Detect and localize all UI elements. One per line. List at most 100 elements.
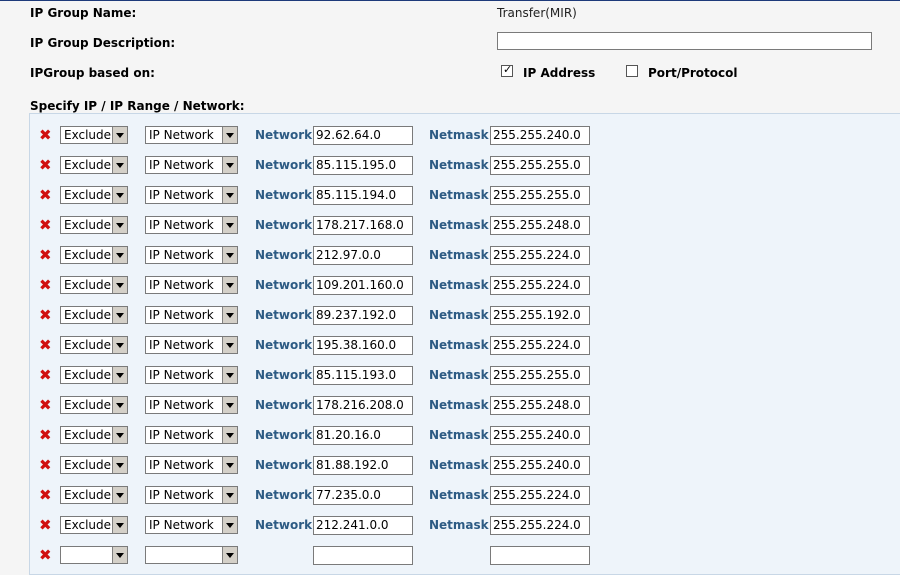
netmask-input[interactable]: 255.255.192.0 bbox=[490, 306, 590, 325]
chevron-down-icon[interactable] bbox=[112, 457, 127, 473]
chevron-down-icon[interactable] bbox=[112, 517, 127, 533]
action-select[interactable]: Exclude bbox=[60, 306, 128, 324]
delete-icon[interactable]: ✖ bbox=[39, 335, 52, 355]
action-select[interactable]: Exclude bbox=[60, 396, 128, 414]
ip-address-label[interactable]: IP Address bbox=[523, 66, 595, 80]
type-select[interactable]: IP Network bbox=[145, 426, 238, 444]
netmask-input[interactable]: 255.255.224.0 bbox=[490, 486, 590, 505]
netmask-input[interactable]: 255.255.240.0 bbox=[490, 126, 590, 145]
action-select[interactable]: Exclude bbox=[60, 336, 128, 354]
chevron-down-icon[interactable] bbox=[112, 337, 127, 353]
type-select[interactable]: IP Network bbox=[145, 516, 238, 534]
chevron-down-icon[interactable] bbox=[222, 517, 237, 533]
network-input[interactable]: 89.237.192.0 bbox=[313, 306, 413, 325]
chevron-down-icon[interactable] bbox=[222, 187, 237, 203]
action-select[interactable]: Exclude bbox=[60, 156, 128, 174]
chevron-down-icon[interactable] bbox=[222, 307, 237, 323]
chevron-down-icon[interactable] bbox=[112, 547, 127, 563]
network-input[interactable]: 77.235.0.0 bbox=[313, 486, 413, 505]
chevron-down-icon[interactable] bbox=[112, 277, 127, 293]
delete-icon[interactable]: ✖ bbox=[39, 515, 52, 535]
chevron-down-icon[interactable] bbox=[112, 487, 127, 503]
chevron-down-icon[interactable] bbox=[112, 217, 127, 233]
delete-icon[interactable]: ✖ bbox=[39, 245, 52, 265]
chevron-down-icon[interactable] bbox=[112, 367, 127, 383]
netmask-input[interactable]: 255.255.248.0 bbox=[490, 396, 590, 415]
port-protocol-label[interactable]: Port/Protocol bbox=[648, 66, 737, 80]
type-select[interactable]: IP Network bbox=[145, 336, 238, 354]
action-select[interactable]: Exclude bbox=[60, 426, 128, 444]
chevron-down-icon[interactable] bbox=[112, 187, 127, 203]
chevron-down-icon[interactable] bbox=[222, 457, 237, 473]
type-select[interactable]: IP Network bbox=[145, 186, 238, 204]
chevron-down-icon[interactable] bbox=[112, 427, 127, 443]
network-input[interactable]: 81.20.16.0 bbox=[313, 426, 413, 445]
action-select[interactable]: Exclude bbox=[60, 246, 128, 264]
network-input[interactable]: 81.88.192.0 bbox=[313, 456, 413, 475]
chevron-down-icon[interactable] bbox=[222, 547, 237, 563]
type-select[interactable]: IP Network bbox=[145, 366, 238, 384]
delete-icon[interactable]: ✖ bbox=[39, 215, 52, 235]
chevron-down-icon[interactable] bbox=[222, 157, 237, 173]
netmask-input[interactable]: 255.255.224.0 bbox=[490, 246, 590, 265]
action-select[interactable]: Exclude bbox=[60, 276, 128, 294]
delete-icon[interactable]: ✖ bbox=[39, 155, 52, 175]
chevron-down-icon[interactable] bbox=[222, 487, 237, 503]
action-select[interactable] bbox=[60, 546, 128, 564]
network-input[interactable]: 109.201.160.0 bbox=[313, 276, 413, 295]
netmask-input[interactable]: 255.255.224.0 bbox=[490, 336, 590, 355]
netmask-input[interactable]: 255.255.255.0 bbox=[490, 156, 590, 175]
chevron-down-icon[interactable] bbox=[222, 247, 237, 263]
chevron-down-icon[interactable] bbox=[222, 397, 237, 413]
netmask-input[interactable] bbox=[490, 546, 590, 565]
delete-icon[interactable]: ✖ bbox=[39, 425, 52, 445]
chevron-down-icon[interactable] bbox=[222, 337, 237, 353]
action-select[interactable]: Exclude bbox=[60, 516, 128, 534]
network-input[interactable]: 195.38.160.0 bbox=[313, 336, 413, 355]
chevron-down-icon[interactable] bbox=[222, 367, 237, 383]
action-select[interactable]: Exclude bbox=[60, 456, 128, 474]
network-input[interactable]: 85.115.193.0 bbox=[313, 366, 413, 385]
network-input[interactable]: 178.217.168.0 bbox=[313, 216, 413, 235]
chevron-down-icon[interactable] bbox=[112, 127, 127, 143]
group-description-input[interactable] bbox=[497, 32, 872, 50]
type-select[interactable]: IP Network bbox=[145, 216, 238, 234]
network-input[interactable]: 85.115.194.0 bbox=[313, 186, 413, 205]
type-select[interactable]: IP Network bbox=[145, 456, 238, 474]
netmask-input[interactable]: 255.255.224.0 bbox=[490, 516, 590, 535]
port-protocol-checkbox[interactable] bbox=[626, 65, 638, 77]
delete-icon[interactable]: ✖ bbox=[39, 485, 52, 505]
network-input[interactable]: 92.62.64.0 bbox=[313, 126, 413, 145]
chevron-down-icon[interactable] bbox=[222, 127, 237, 143]
network-input[interactable]: 85.115.195.0 bbox=[313, 156, 413, 175]
type-select[interactable]: IP Network bbox=[145, 246, 238, 264]
network-input[interactable]: 212.241.0.0 bbox=[313, 516, 413, 535]
chevron-down-icon[interactable] bbox=[112, 157, 127, 173]
delete-icon[interactable]: ✖ bbox=[39, 305, 52, 325]
delete-icon[interactable]: ✖ bbox=[39, 275, 52, 295]
chevron-down-icon[interactable] bbox=[112, 307, 127, 323]
type-select[interactable]: IP Network bbox=[145, 486, 238, 504]
netmask-input[interactable]: 255.255.224.0 bbox=[490, 276, 590, 295]
delete-icon[interactable]: ✖ bbox=[39, 185, 52, 205]
network-input[interactable]: 212.97.0.0 bbox=[313, 246, 413, 265]
delete-icon[interactable]: ✖ bbox=[39, 395, 52, 415]
netmask-input[interactable]: 255.255.248.0 bbox=[490, 216, 590, 235]
type-select[interactable]: IP Network bbox=[145, 156, 238, 174]
type-select[interactable]: IP Network bbox=[145, 306, 238, 324]
action-select[interactable]: Exclude bbox=[60, 216, 128, 234]
netmask-input[interactable]: 255.255.240.0 bbox=[490, 456, 590, 475]
network-input[interactable] bbox=[313, 546, 413, 565]
ip-address-checkbox[interactable]: ✓ bbox=[501, 63, 513, 77]
netmask-input[interactable]: 255.255.255.0 bbox=[490, 366, 590, 385]
chevron-down-icon[interactable] bbox=[222, 217, 237, 233]
action-select[interactable]: Exclude bbox=[60, 126, 128, 144]
chevron-down-icon[interactable] bbox=[222, 427, 237, 443]
type-select[interactable] bbox=[145, 546, 238, 564]
chevron-down-icon[interactable] bbox=[112, 247, 127, 263]
delete-icon[interactable]: ✖ bbox=[39, 545, 52, 565]
network-input[interactable]: 178.216.208.0 bbox=[313, 396, 413, 415]
type-select[interactable]: IP Network bbox=[145, 276, 238, 294]
delete-icon[interactable]: ✖ bbox=[39, 125, 52, 145]
type-select[interactable]: IP Network bbox=[145, 126, 238, 144]
